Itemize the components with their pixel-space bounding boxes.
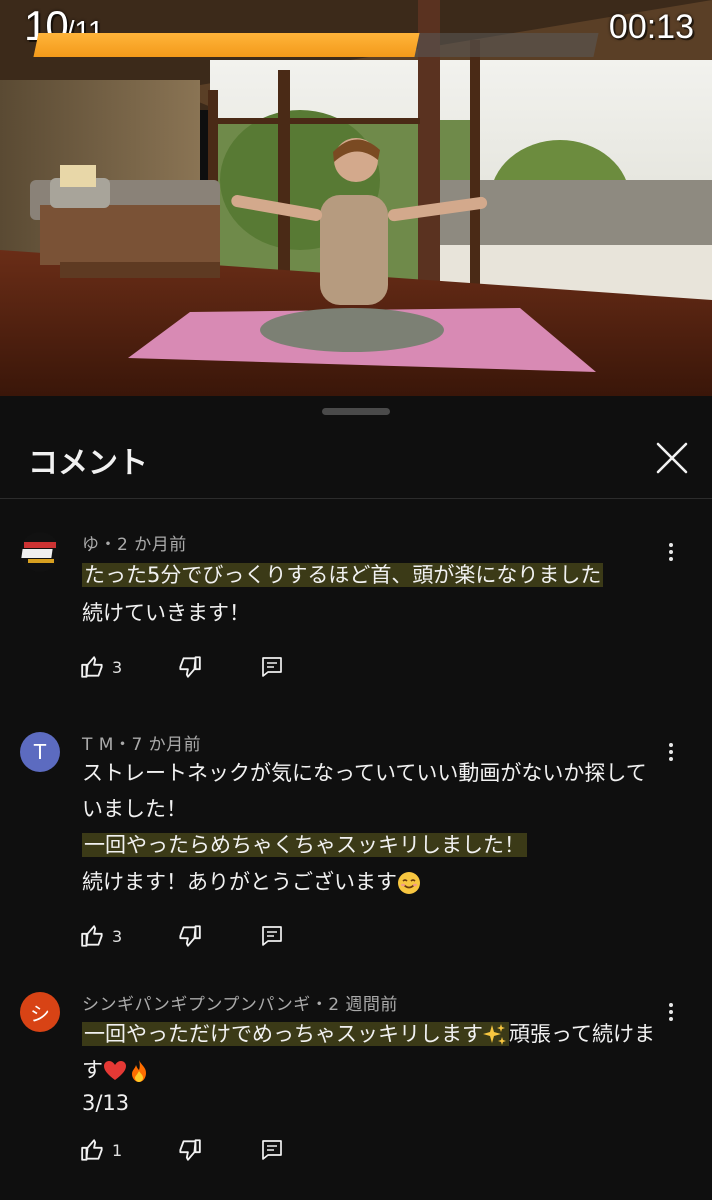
like-count: 1: [112, 1140, 123, 1160]
more-vertical-icon[interactable]: [656, 734, 686, 770]
reply-button[interactable]: [260, 921, 284, 951]
like-count: 3: [112, 926, 123, 946]
comment-text: 一回やっただけでめっちゃスッキリします: [84, 1022, 483, 1046]
more-vertical-icon[interactable]: [656, 534, 686, 570]
highlighted-text: たった5分でびっくりするほど首、頭が楽になりました: [82, 563, 604, 587]
avatar-letter: シ: [30, 1001, 50, 1026]
comment-text-line: 一回やっただけでめっちゃスッキリします 頑張って続けま: [82, 1017, 655, 1051]
comment-meta[interactable]: ゆ・2 か月前: [82, 530, 187, 555]
comment-text-line: す: [82, 1053, 151, 1087]
video-player[interactable]: 10/11 00:13: [0, 0, 712, 396]
avatar[interactable]: T: [20, 732, 60, 772]
comment-text-line: たった5分でびっくりするほど首、頭が楽になりました: [82, 558, 604, 592]
comments-sheet: コメント ゆ・2 か月前 たった5分でびっくりするほど首、頭が楽になりました 続…: [0, 396, 712, 1200]
close-icon: [656, 442, 688, 474]
thumbs-down-icon: [179, 925, 201, 947]
timer: 00:13: [608, 8, 694, 46]
divider: [0, 498, 712, 499]
like-button[interactable]: 1: [80, 1135, 122, 1165]
red-heart-emoji-icon: [104, 1061, 126, 1080]
reply-icon: [262, 926, 282, 946]
reply-button[interactable]: [260, 652, 284, 682]
comment-text-line: 続けていきます！: [82, 601, 250, 625]
thumbs-down-icon: [179, 656, 201, 678]
exercise-progress-bar: [33, 33, 599, 57]
comment-text-line: 一回やったらめちゃくちゃスッキリしました！: [82, 828, 527, 862]
comment-text: 続けます！ありがとうございます: [82, 870, 397, 894]
highlighted-text: 一回やっただけでめっちゃスッキリします: [82, 1022, 509, 1046]
like-button[interactable]: 3: [80, 652, 122, 682]
comment-text: す: [82, 1058, 103, 1082]
comment-text: 頑張って続けま: [509, 1022, 655, 1046]
more-vertical-icon[interactable]: [656, 994, 686, 1030]
progress-fill: [33, 33, 420, 57]
dislike-button[interactable]: [176, 1135, 202, 1165]
video-frame: [0, 0, 712, 396]
avatar-letter: T: [33, 740, 47, 764]
sparkles-emoji-icon: [483, 1024, 506, 1045]
like-count: 3: [112, 657, 123, 677]
close-button[interactable]: [650, 436, 694, 480]
comment-text-line: ストレートネックが気になっていていい動画がないか探して: [82, 761, 647, 785]
comment-meta[interactable]: シンギパンギプンプンパンギ・2 週間前: [82, 990, 398, 1015]
comment-meta[interactable]: T M・7 か月前: [82, 730, 201, 755]
comment-text-line: いました！: [82, 797, 187, 821]
dislike-button[interactable]: [176, 921, 202, 951]
like-button[interactable]: 3: [80, 921, 122, 951]
reply-icon: [262, 1140, 282, 1160]
dislike-button[interactable]: [176, 652, 202, 682]
thumbs-up-icon: [81, 925, 103, 947]
avatar[interactable]: [20, 532, 60, 572]
reply-icon: [262, 657, 282, 677]
thumbs-down-icon: [179, 1139, 201, 1161]
fire-emoji-icon: [132, 1060, 146, 1082]
comment-text-line: 続けます！ありがとうございます: [82, 865, 421, 899]
comment-text-line: 3/13: [82, 1091, 130, 1115]
highlighted-text: 一回やったらめちゃくちゃスッキリしました！: [82, 833, 527, 857]
drag-handle[interactable]: [322, 408, 390, 415]
thumbs-up-icon: [81, 1139, 103, 1161]
avatar[interactable]: シ: [20, 992, 60, 1032]
smiling-face-emoji-icon: [398, 872, 420, 894]
avatar-logo-icon: [20, 532, 60, 572]
sheet-title: コメント: [28, 446, 148, 481]
thumbs-up-icon: [81, 656, 103, 678]
reply-button[interactable]: [260, 1135, 284, 1165]
